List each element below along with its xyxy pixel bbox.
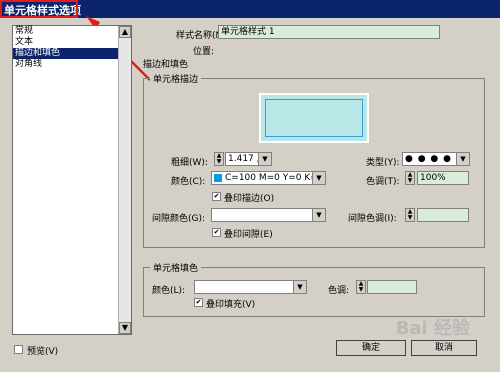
stroke-preview[interactable] bbox=[259, 93, 369, 143]
fill-group-title: 单元格填色 bbox=[150, 261, 202, 274]
chevron-down-icon[interactable]: ▼ bbox=[456, 153, 469, 165]
weight-spinner-icon[interactable]: ▲ ▼ bbox=[214, 152, 224, 166]
list-item-stroke-fill[interactable]: 描边和填色 bbox=[13, 48, 131, 59]
color-select[interactable]: C=100 M=0 Y=0 K=0 ▼ bbox=[211, 171, 326, 185]
tint-label: 色调(T): bbox=[366, 177, 400, 187]
stroke-group-title: 单元格描边 bbox=[150, 72, 202, 85]
stroke-preview-box bbox=[265, 99, 363, 137]
color-swatch bbox=[214, 173, 222, 182]
list-item-text[interactable]: 文本 bbox=[13, 37, 131, 48]
cancel-button[interactable]: 取消 bbox=[411, 340, 477, 356]
fill-tint-input[interactable] bbox=[367, 280, 417, 294]
tint-spinner-icon[interactable]: ▲ ▼ bbox=[405, 171, 415, 185]
color-label: 颜色(C): bbox=[171, 177, 206, 187]
fill-color-label: 颜色(L): bbox=[152, 286, 186, 296]
fill-color-select[interactable]: ▼ bbox=[194, 280, 307, 294]
overprint-stroke-label: 叠印描边(O) bbox=[224, 194, 275, 204]
ok-button[interactable]: 确定 bbox=[336, 340, 406, 356]
preview-checkbox[interactable] bbox=[14, 345, 23, 354]
position-label: 位置: bbox=[193, 47, 215, 57]
type-label: 类型(Y): bbox=[366, 158, 400, 168]
chevron-down-icon[interactable]: ▼ bbox=[312, 172, 325, 184]
overprint-fill-label: 叠印填充(V) bbox=[206, 300, 256, 310]
preview-label: 预览(V) bbox=[27, 347, 59, 357]
fill-tint-spinner-icon[interactable]: ▲ ▼ bbox=[356, 280, 366, 294]
chevron-down-icon[interactable]: ▼ bbox=[312, 209, 325, 221]
tint-input[interactable]: 100% bbox=[417, 171, 469, 185]
overprint-gap-checkbox[interactable]: ✔ bbox=[212, 228, 221, 237]
cell-style-options-dialog: 单元格样式选项 常规 文本 描边和填色 对角线 ▲ ▼ 样式名称(N): 单元格… bbox=[0, 0, 500, 372]
style-name-input[interactable]: 单元格样式 1 bbox=[218, 25, 440, 39]
scroll-up-icon[interactable]: ▲ bbox=[119, 26, 131, 38]
chevron-down-icon[interactable]: ▼ bbox=[293, 281, 306, 293]
gap-color-select[interactable]: ▼ bbox=[211, 208, 326, 222]
gap-tint-label: 间隙色调(I): bbox=[348, 214, 397, 224]
type-select[interactable]: ● ● ● ● ● ▼ bbox=[402, 152, 470, 166]
overprint-fill-checkbox[interactable]: ✔ bbox=[194, 298, 203, 307]
overprint-gap-label: 叠印间隙(E) bbox=[224, 230, 273, 240]
list-item-general[interactable]: 常规 bbox=[13, 26, 131, 37]
baidu-watermark: Bai 经验 bbox=[395, 318, 470, 339]
section-label: 描边和填色 bbox=[143, 60, 189, 70]
category-list[interactable]: 常规 文本 描边和填色 对角线 ▲ ▼ bbox=[12, 25, 132, 335]
fill-tint-label: 色调: bbox=[328, 286, 350, 296]
gap-tint-input[interactable] bbox=[417, 208, 469, 222]
weight-label: 粗细(W): bbox=[171, 158, 208, 168]
scroll-down-icon[interactable]: ▼ bbox=[119, 322, 131, 334]
gap-tint-spinner-icon[interactable]: ▲ ▼ bbox=[405, 208, 415, 222]
color-value: C=100 M=0 Y=0 K=0 bbox=[225, 173, 324, 183]
list-scrollbar[interactable]: ▲ ▼ bbox=[118, 26, 131, 334]
gap-color-label: 间隙颜色(G): bbox=[152, 214, 206, 224]
weight-select[interactable]: 1.417 点 ▼ bbox=[225, 152, 272, 166]
list-item-diagonal[interactable]: 对角线 bbox=[13, 59, 131, 70]
chevron-down-icon[interactable]: ▼ bbox=[258, 153, 271, 165]
overprint-stroke-checkbox[interactable]: ✔ bbox=[212, 192, 221, 201]
title-highlight-box bbox=[0, 0, 78, 18]
